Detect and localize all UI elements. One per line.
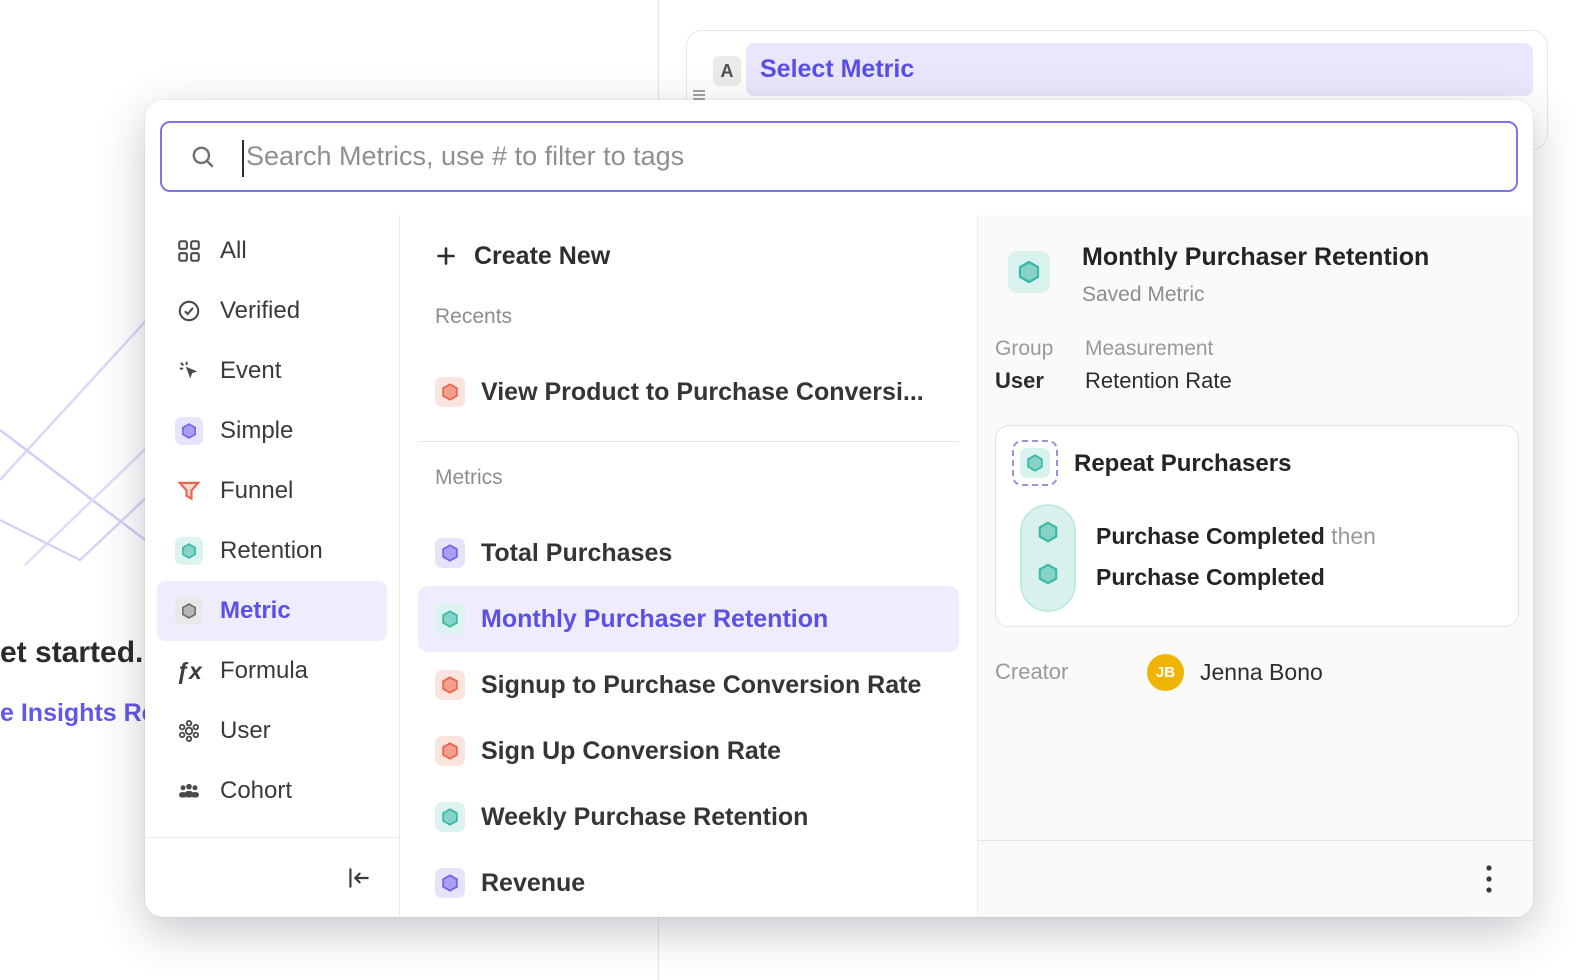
sidebar-item-label: Retention (220, 537, 323, 565)
saved-metric-dashed-icon (1012, 440, 1058, 486)
create-new-button[interactable]: Create New (418, 231, 959, 281)
sidebar-item-label: User (220, 717, 271, 745)
collapse-left-icon (345, 865, 371, 891)
group-value: User (995, 368, 1044, 394)
list-item-label: Revenue (481, 869, 585, 898)
verified-icon (175, 297, 203, 325)
retention-metric-hexagon-icon (435, 604, 465, 634)
list-item-metric-4[interactable]: Weekly Purchase Retention (418, 784, 959, 850)
step-2-event: Purchase Completed (1096, 564, 1325, 590)
sidebar-item-event[interactable]: Event (157, 341, 387, 401)
list-item-label: Total Purchases (481, 539, 672, 568)
metric-hexagon-icon (175, 597, 203, 625)
sidebar-item-label: Simple (220, 417, 293, 445)
list-item-label: Weekly Purchase Retention (481, 803, 808, 832)
list-item-label: Monthly Purchaser Retention (481, 605, 828, 634)
list-item-label: View Product to Purchase Conversi... (481, 378, 924, 407)
simple-metric-hexagon-icon (435, 868, 465, 898)
sidebar-item-metric[interactable]: Metric (157, 581, 387, 641)
retention-steps-pill (1020, 504, 1076, 612)
sidebar-item-label: Cohort (220, 777, 292, 805)
retention-step-1: Purchase Completed then (1096, 523, 1376, 550)
creator-label: Creator (995, 659, 1068, 685)
formula-icon: ƒx (175, 657, 203, 685)
metrics-section-header: Metrics (435, 466, 959, 490)
retention-hexagon-icon (1020, 448, 1050, 478)
list-item-label: Sign Up Conversion Rate (481, 737, 781, 766)
detail-footer (978, 840, 1533, 917)
retention-metric-hexagon-icon (435, 802, 465, 832)
search-bar (145, 100, 1533, 215)
list-item-label: Signup to Purchase Conversion Rate (481, 671, 921, 700)
sidebar-item-all[interactable]: All (157, 221, 387, 281)
user-cluster-icon (175, 717, 203, 745)
step-hexagon-icon (1036, 562, 1060, 586)
list-divider (418, 441, 959, 442)
sidebar-item-label: All (220, 237, 247, 265)
funnel-metric-hexagon-icon (435, 736, 465, 766)
search-box[interactable] (160, 121, 1518, 192)
sidebar-item-simple[interactable]: Simple (157, 401, 387, 461)
sidebar-item-funnel[interactable]: Funnel (157, 461, 387, 521)
cohort-icon (175, 777, 203, 805)
list-item-metric-5[interactable]: Revenue (418, 850, 959, 916)
simple-metric-hexagon-icon (435, 538, 465, 568)
event-icon (175, 357, 203, 385)
list-item-metric-3[interactable]: Sign Up Conversion Rate (418, 718, 959, 784)
sidebar-item-label: Event (220, 357, 281, 385)
sidebar-item-label: Formula (220, 657, 308, 685)
kebab-menu-icon (1485, 863, 1493, 895)
sidebar-item-label: Funnel (220, 477, 293, 505)
plus-icon (434, 244, 458, 268)
list-item-recent-0[interactable]: View Product to Purchase Conversi... (418, 359, 959, 425)
funnel-metric-hexagon-icon (435, 670, 465, 700)
select-metric-button[interactable]: Select Metric (746, 43, 1533, 96)
creator-avatar: JB (1147, 654, 1184, 691)
grid-icon (175, 237, 203, 265)
retention-hexagon-icon (175, 537, 203, 565)
funnel-metric-hexagon-icon (435, 377, 465, 407)
retention-step-2: Purchase Completed (1096, 564, 1325, 591)
group-label: Group (995, 337, 1053, 361)
search-input[interactable] (240, 141, 1516, 172)
metric-list: Create New Recents View Product to Purch… (400, 215, 978, 917)
measurement-value: Retention Rate (1085, 368, 1232, 394)
category-sidebar: All Verified Event Simple (145, 215, 400, 917)
list-item-metric-1[interactable]: Monthly Purchaser Retention (418, 586, 959, 652)
step-1-event: Purchase Completed (1096, 523, 1325, 549)
funnel-icon (175, 477, 203, 505)
select-metric-label: Select Metric (760, 55, 914, 84)
sidebar-item-cohort[interactable]: Cohort (157, 761, 387, 821)
search-icon (190, 144, 216, 170)
card-title: Repeat Purchasers (1074, 450, 1291, 478)
step-connector: then (1325, 523, 1376, 549)
sidebar-item-retention[interactable]: Retention (157, 521, 387, 581)
sidebar-item-user[interactable]: User (157, 701, 387, 761)
step-hexagon-icon (1036, 520, 1060, 544)
background-insights-link[interactable]: e Insights Re (0, 699, 156, 728)
create-new-label: Create New (474, 242, 610, 271)
metric-picker-modal: All Verified Event Simple (145, 100, 1533, 917)
metric-detail-hexagon-icon (1008, 251, 1050, 293)
simple-hexagon-icon (175, 417, 203, 445)
metric-row-label-badge: A (713, 56, 741, 86)
sidebar-item-label: Metric (220, 597, 291, 625)
sidebar-item-formula[interactable]: ƒx Formula (157, 641, 387, 701)
text-caret (242, 140, 244, 177)
sidebar-footer (145, 837, 399, 917)
sidebar-item-label: Verified (220, 297, 300, 325)
detail-subtitle: Saved Metric (1082, 283, 1205, 307)
collapse-sidebar-button[interactable] (345, 865, 371, 891)
sidebar-item-verified[interactable]: Verified (157, 281, 387, 341)
metric-definition-card: Repeat Purchasers Purchase Completed the… (995, 425, 1519, 627)
recents-section-header: Recents (435, 305, 959, 329)
creator-name: Jenna Bono (1200, 659, 1323, 686)
metric-detail-panel: Monthly Purchaser Retention Saved Metric… (978, 215, 1533, 917)
detail-title: Monthly Purchaser Retention (1082, 243, 1429, 272)
measurement-label: Measurement (1085, 337, 1213, 361)
list-item-metric-0[interactable]: Total Purchases (418, 520, 959, 586)
background-headline: et started. (0, 636, 143, 670)
list-item-metric-2[interactable]: Signup to Purchase Conversion Rate (418, 652, 959, 718)
more-options-button[interactable] (1479, 857, 1499, 901)
